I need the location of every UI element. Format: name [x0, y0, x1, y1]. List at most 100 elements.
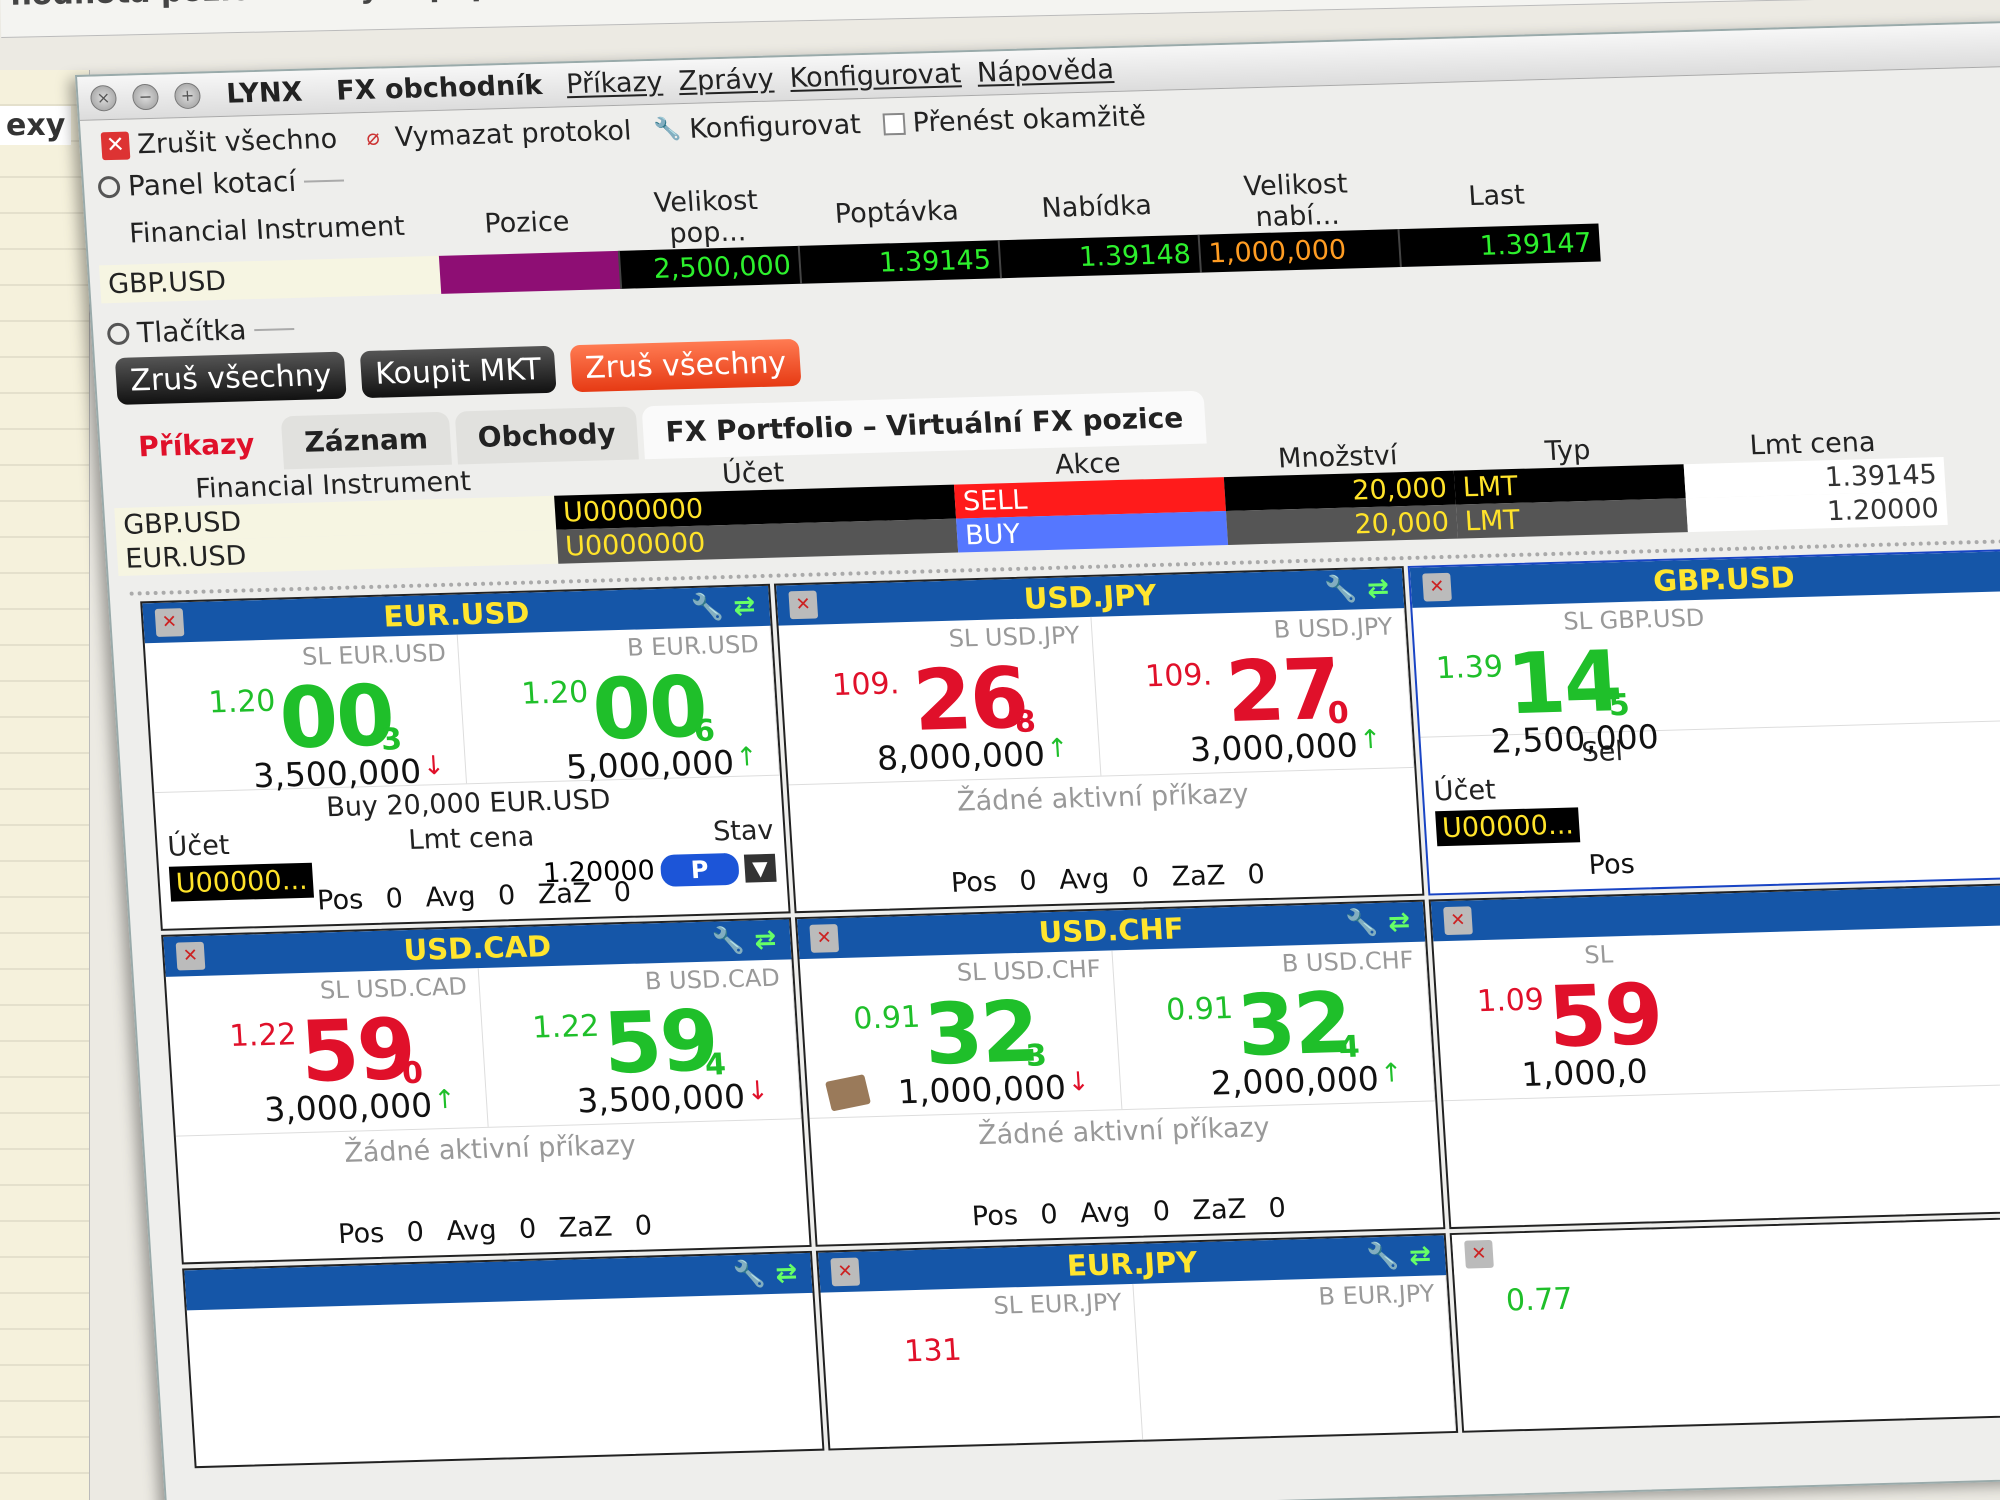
close-tile-icon[interactable]: ✕: [1443, 906, 1473, 936]
tile-footer: Pos: [1587, 848, 1636, 882]
buy-label: B USD.CHF: [1280, 945, 1415, 978]
sell-side[interactable]: SL 1.09 59 1,000,0: [1433, 923, 2000, 1101]
tile-pair: USD.JPY: [1022, 578, 1158, 616]
cancel-all-red-button[interactable]: Zruš všechny: [569, 338, 802, 393]
transmit-now-checkbox[interactable]: Přenést okamžitě: [882, 101, 1147, 139]
wrench-icon[interactable]: 🔧: [690, 592, 724, 623]
sell-size: 2,500,000: [1489, 717, 1660, 761]
tile-pair: EUR.USD: [382, 595, 531, 634]
fx-tile-bottom-left: 🔧 ⇄: [182, 1250, 825, 1469]
order-action: BUY: [956, 511, 1229, 553]
sell-side[interactable]: SL USD.JPY 109. 26 8 8,000,000 ↑: [778, 616, 1102, 785]
cancel-icon: ✕: [100, 131, 131, 161]
collapse-icon[interactable]: [97, 175, 121, 198]
swap-icon[interactable]: ⇄: [733, 591, 757, 622]
screen: hodnota pozice cenných papír exy × − + L…: [0, 0, 2000, 1500]
swap-icon[interactable]: ⇄: [1366, 574, 1390, 605]
close-window-icon[interactable]: ×: [89, 84, 118, 112]
tab-orders[interactable]: Příkazy: [114, 416, 279, 474]
sell-side[interactable]: SL GBP.USD 1.39 14 5 2,500,000: [1412, 590, 2000, 761]
menu-messages[interactable]: Zprávy: [678, 64, 775, 98]
sell-side[interactable]: SL EUR.JPY 131: [820, 1283, 1144, 1451]
buy-side[interactable]: B USD.CHF 0.91 32 4 2,000,000 ↑: [1112, 941, 1436, 1110]
fx-tiles-grid: ✕ EUR.USD 🔧 ⇄ SL EUR.USD 1.20 00 3 3,500,…: [140, 548, 2000, 1469]
buy-prefix: 1.22: [531, 1008, 601, 1046]
swap-icon[interactable]: ⇄: [775, 1258, 799, 1289]
down-arrow-icon: ↓: [745, 1076, 770, 1107]
swap-icon[interactable]: ⇄: [754, 925, 778, 956]
fx-trader-window: × − + LYNX FX obchodník Příkazy Zprávy K…: [75, 20, 2000, 1500]
col-financial-instrument[interactable]: Financial Instrument: [95, 194, 439, 265]
tile-sides: SL 1.09 59 1,000,0: [1433, 923, 2000, 1102]
sell-side[interactable]: SL EUR.USD 1.20 00 3 3,500,000 ↓: [144, 634, 468, 796]
tile-footer: Pos 0 Avg 0 ZaZ 0: [950, 859, 1266, 899]
clear-log-button[interactable]: ⌀ Vymazat protokol: [358, 115, 633, 154]
swap-icon[interactable]: ⇄: [1408, 1241, 1432, 1272]
sell-size: 1,000,0: [1520, 1051, 1649, 1094]
close-tile-icon[interactable]: ✕: [788, 590, 819, 620]
close-tile-icon[interactable]: ✕: [1422, 572, 1452, 602]
menu-help[interactable]: Nápověda: [976, 54, 1115, 89]
col-bid-size[interactable]: Velikost pop...: [615, 184, 799, 251]
close-tile-icon[interactable]: ✕: [154, 608, 185, 637]
col-last[interactable]: Last: [1395, 162, 1599, 229]
buy-side[interactable]: B USD.JPY 109. 27 0 3,000,000 ↑: [1091, 608, 1415, 776]
wrench-icon[interactable]: 🔧: [1324, 574, 1358, 605]
close-tile-icon[interactable]: ✕: [809, 924, 840, 953]
col-ask[interactable]: Nabídka: [995, 173, 1199, 240]
sell-prefix: 0.91: [852, 999, 922, 1037]
quote-ask: 1.39148: [998, 234, 1201, 279]
tile-sides: SL USD.CAD 1.22 59 0 3,000,000 ↑ B USD.C…: [165, 959, 802, 1137]
close-tile-icon[interactable]: ✕: [1464, 1239, 1494, 1269]
fx-tile-usdjpy: ✕ USD.JPY 🔧 ⇄ SL USD.JPY 109. 26 8 8,000,…: [773, 566, 1425, 914]
wrench-icon[interactable]: 🔧: [1345, 908, 1379, 939]
sell-prefix: 131: [903, 1332, 963, 1370]
col-bid[interactable]: Poptávka: [795, 178, 999, 245]
close-tile-icon[interactable]: ✕: [175, 941, 206, 971]
order-type: LMT: [1455, 498, 1688, 539]
sell-side[interactable]: SL USD.CAD 1.22 59 0 3,000,000 ↑: [165, 968, 489, 1136]
menu-orders[interactable]: Příkazy: [565, 67, 663, 101]
sell-size: 3,000,000: [263, 1085, 434, 1130]
tile-sides: SL USD.CHF 0.91 32 3 1,000,000 ↓ B USD.C…: [799, 941, 1436, 1119]
tile-tools: 🔧 ⇄: [732, 1253, 799, 1295]
menu-configure[interactable]: Konfigurovat: [789, 58, 962, 94]
buy-size: 3,500,000: [575, 1076, 747, 1121]
book-icon[interactable]: [825, 1074, 872, 1112]
cancel-all-label: Zrušit všechno: [136, 123, 339, 160]
sell-prefix: 0.77: [1504, 1281, 1574, 1319]
tile-sides: SL EUR.JPY 131 B EUR.JPY: [820, 1275, 1457, 1451]
configure-label: Konfigurovat: [688, 108, 862, 145]
buy-size: 2,000,000: [1209, 1059, 1381, 1103]
sell-label: SL GBP.USD: [1562, 603, 1706, 636]
cancel-all-button[interactable]: ✕ Zrušit všechno: [100, 123, 338, 161]
checkbox-box: [882, 112, 906, 136]
buy-side[interactable]: B EUR.USD 1.20 00 6 5,000,000 ↑: [457, 625, 780, 787]
wrench-icon[interactable]: 🔧: [711, 926, 745, 957]
configure-button[interactable]: 🔧 Konfigurovat: [652, 108, 862, 146]
cancel-all-black-button[interactable]: Zruš všechny: [114, 351, 347, 405]
tab-log[interactable]: Záznam: [280, 411, 452, 470]
tile-tools: 🔧 ⇄: [1324, 569, 1391, 611]
quote-bid: 1.39145: [798, 240, 1002, 284]
col-position[interactable]: Pozice: [435, 189, 619, 256]
wrench-icon[interactable]: 🔧: [1366, 1242, 1400, 1273]
minimize-window-icon[interactable]: −: [131, 83, 160, 110]
up-arrow-icon: ↑: [734, 742, 759, 773]
collapse-icon[interactable]: [106, 322, 130, 345]
order-account[interactable]: U00000...: [1435, 807, 1581, 847]
sell-side[interactable]: 0.77: [1454, 1257, 2000, 1433]
col-ask-size[interactable]: Velikost nabí...: [1195, 167, 1399, 234]
maximize-window-icon[interactable]: +: [173, 82, 202, 109]
up-arrow-icon: ↑: [1045, 733, 1070, 765]
buy-market-button[interactable]: Koupit MKT: [359, 345, 557, 399]
close-tile-icon[interactable]: ✕: [830, 1257, 861, 1287]
tab-trades[interactable]: Obchody: [454, 406, 640, 465]
sell-side[interactable]: SL USD.CHF 0.91 32 3 1,000,000 ↓: [799, 950, 1123, 1118]
fx-tile-partial: ✕ SL 1.09 59 1,000,0: [1428, 881, 2000, 1230]
swap-icon[interactable]: ⇄: [1387, 907, 1411, 938]
wrench-icon[interactable]: 🔧: [732, 1259, 766, 1290]
buy-side[interactable]: B USD.CAD 1.22 59 4 3,500,000 ↓: [478, 959, 802, 1127]
sell-size: 3,500,000: [252, 751, 423, 796]
buy-side[interactable]: B EUR.JPY: [1133, 1275, 1457, 1443]
